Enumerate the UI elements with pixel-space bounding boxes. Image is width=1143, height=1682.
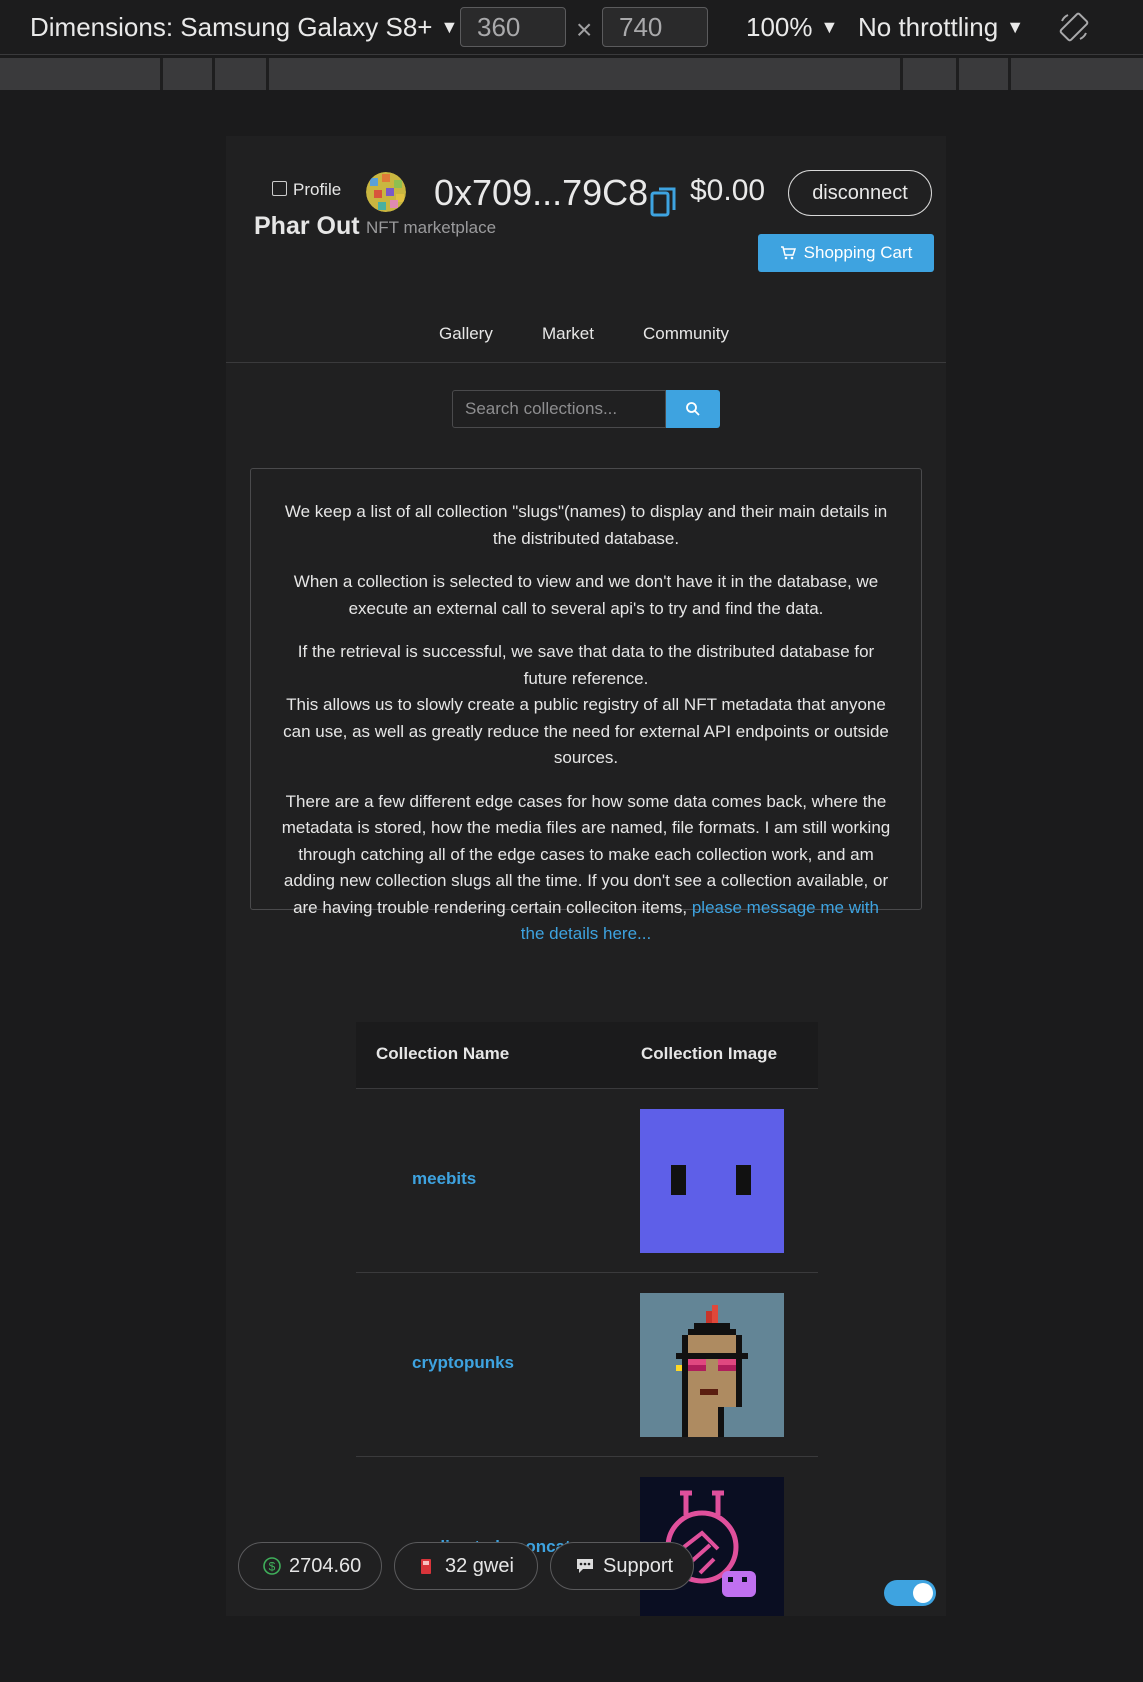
zoom-selector[interactable]: 100% ▼ <box>746 12 838 43</box>
throttling-selector[interactable]: No throttling ▼ <box>858 12 1024 43</box>
collections-table: Collection Name Collection Image meebits… <box>356 1022 818 1616</box>
shopping-cart-label: Shopping Cart <box>803 243 913 262</box>
gas-price-pill[interactable]: 32 gwei <box>394 1542 538 1590</box>
device-width-input[interactable]: 360 <box>460 7 566 47</box>
device-label: Dimensions: Samsung Galaxy S8+ <box>30 12 433 42</box>
chat-bubble-icon <box>577 1559 593 1573</box>
table-row[interactable]: meebits <box>356 1089 818 1273</box>
rotate-icon[interactable] <box>1058 11 1090 43</box>
chevron-down-icon: ▼ <box>820 17 839 37</box>
avatar[interactable] <box>366 172 406 212</box>
tab-community[interactable]: Community <box>643 324 729 344</box>
brand-subtitle: NFT marketplace <box>366 218 497 237</box>
app-container: Profile Phar Out NFT marketplace 0x709..… <box>226 136 946 1616</box>
svg-text:$: $ <box>269 1560 276 1574</box>
info-paragraph: When a collection is selected to view an… <box>293 572 879 618</box>
column-header: Collection Name <box>376 1044 510 1063</box>
search-icon <box>686 402 700 416</box>
info-paragraph: We keep a list of all collection "slugs"… <box>284 502 888 548</box>
cart-icon <box>780 246 796 260</box>
info-panel: We keep a list of all collection "slugs"… <box>250 468 922 943</box>
moon-icon <box>866 1584 874 1600</box>
devtools-device-toolbar: Dimensions: Samsung Galaxy S8+ ▼ 360 × 74… <box>0 0 1143 55</box>
support-label: Support <box>603 1554 674 1577</box>
brand-name[interactable]: Phar Out <box>254 212 360 241</box>
collection-link[interactable]: cryptopunks <box>412 1353 514 1373</box>
collection-search <box>452 390 720 428</box>
wallet-balance: $0.00 <box>690 174 766 207</box>
profile-icon <box>272 181 287 196</box>
dimension-separator: × <box>576 14 593 45</box>
theme-toggle[interactable] <box>884 1580 936 1606</box>
media-query-bar[interactable] <box>0 58 1143 90</box>
table-header: Collection Name Collection Image <box>356 1022 818 1089</box>
profile-link[interactable]: Profile <box>272 180 341 200</box>
tab-market[interactable]: Market <box>542 324 594 344</box>
table-row[interactable]: acclimatedmooncats <box>356 1457 818 1616</box>
collection-link[interactable]: meebits <box>412 1169 476 1189</box>
table-row[interactable]: cryptopunks <box>356 1273 818 1457</box>
search-input[interactable] <box>452 390 666 428</box>
main-nav: Gallery Market Community <box>226 312 946 363</box>
disconnect-button[interactable]: disconnect <box>788 170 932 216</box>
gas-price-value: 32 gwei <box>445 1554 514 1577</box>
dollar-coin-icon: $ <box>263 1557 281 1575</box>
chevron-down-icon: ▼ <box>440 17 459 37</box>
copy-icon[interactable] <box>650 184 678 218</box>
collection-image[interactable] <box>640 1293 784 1437</box>
gas-pump-icon <box>421 1559 431 1574</box>
throttling-label: No throttling <box>858 12 999 42</box>
tab-gallery[interactable]: Gallery <box>439 324 493 344</box>
device-height-input[interactable]: 740 <box>602 7 708 47</box>
zoom-label: 100% <box>746 12 813 42</box>
info-paragraph: If the retrieval is successful, we save … <box>297 642 875 688</box>
column-header: Collection Image <box>641 1044 778 1063</box>
support-button[interactable]: Support <box>550 1542 694 1590</box>
shopping-cart-button[interactable]: Shopping Cart <box>758 234 934 272</box>
eth-price-pill[interactable]: $ 2704.60 <box>238 1542 382 1590</box>
profile-label: Profile <box>293 180 342 199</box>
toggle-knob <box>913 1583 933 1603</box>
device-selector[interactable]: Dimensions: Samsung Galaxy S8+ ▼ <box>30 12 458 43</box>
eth-price-value: 2704.60 <box>289 1554 362 1577</box>
chevron-down-icon: ▼ <box>1006 17 1025 37</box>
collection-image[interactable] <box>640 1109 784 1253</box>
search-button[interactable] <box>666 390 720 428</box>
info-paragraph: There are a few different edge cases for… <box>281 789 891 948</box>
wallet-address: 0x709...79C8 <box>434 172 649 213</box>
info-paragraph: This allows us to slowly create a public… <box>283 695 889 767</box>
